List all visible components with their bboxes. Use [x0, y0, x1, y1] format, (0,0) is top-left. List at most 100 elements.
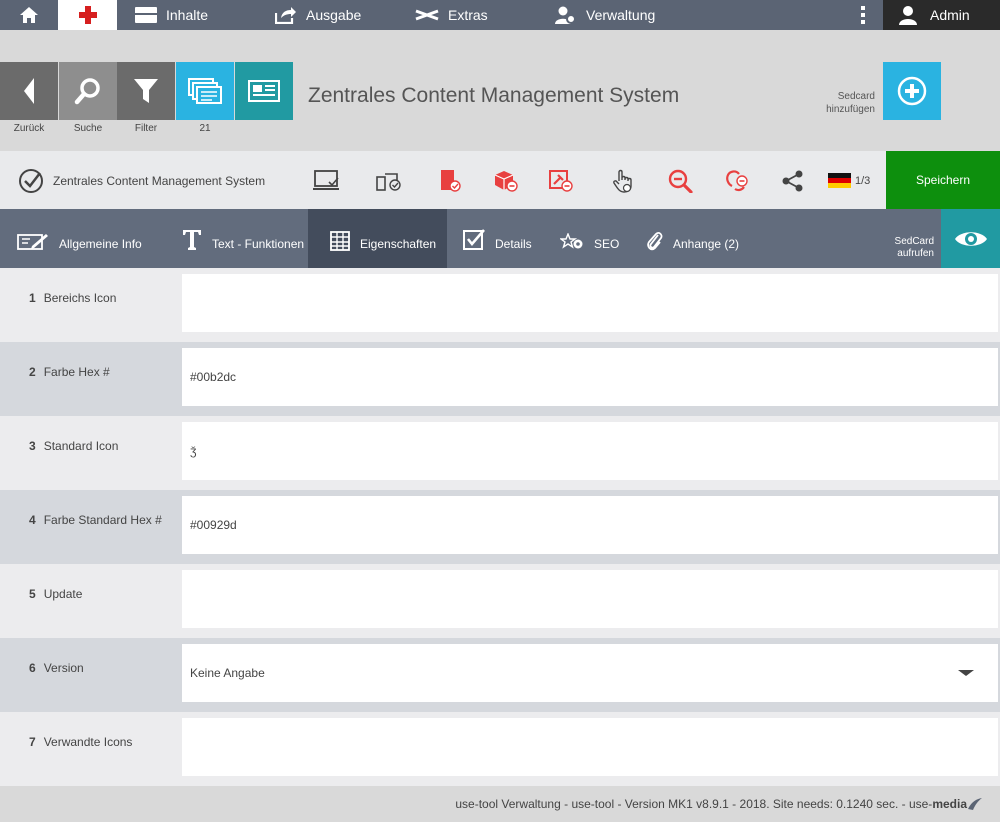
brand-swoosh-icon	[968, 797, 982, 810]
tab-details[interactable]: Details	[447, 209, 547, 268]
standard-icon-input[interactable]: ǯ	[182, 422, 998, 480]
add-sedcard-button[interactable]	[883, 62, 941, 120]
checkbox-icon	[463, 229, 485, 250]
eye-icon	[954, 231, 987, 246]
medical-cross-icon	[78, 6, 97, 24]
sedcard-line1: SedCard	[894, 236, 934, 247]
form-row: 4 Farbe Standard Hex # #00929d	[0, 490, 1000, 564]
cards-button[interactable]	[176, 62, 234, 120]
devices-check-icon	[376, 173, 401, 191]
add-label-line2: hinzufügen	[826, 104, 875, 115]
search-label: Suche	[73, 123, 103, 134]
unlink-icon	[726, 170, 748, 192]
nav-extras[interactable]: Extras	[415, 0, 488, 30]
nav-label: Inhalte	[166, 7, 209, 23]
document-indicator: Zentrales Content Management System	[18, 168, 265, 194]
share-icon	[275, 7, 296, 24]
id-card-icon	[248, 80, 280, 102]
tab-eigenschaften[interactable]: Eigenschaften	[308, 209, 447, 268]
sedcard-line2: aufrufen	[897, 248, 934, 259]
search-button[interactable]	[59, 62, 117, 120]
top-nav: Inhalte Ausgabe Extras Verwaltung Admin	[0, 0, 1000, 30]
chevron-left-icon	[24, 78, 34, 104]
preview-desktop-button[interactable]	[313, 169, 341, 193]
field-label: 2 Farbe Hex #	[29, 342, 110, 402]
filter-button[interactable]	[117, 62, 175, 120]
field-number: 2	[29, 365, 36, 379]
form-row: 2 Farbe Hex # #00b2dc	[0, 342, 1000, 416]
pin-remove-icon	[549, 170, 573, 192]
field-label-text: Version	[43, 661, 84, 675]
table-icon	[330, 231, 350, 251]
unlink-button[interactable]	[724, 169, 752, 193]
share-icon	[782, 170, 803, 192]
field-number: 7	[29, 735, 36, 749]
footer-text: use-tool Verwaltung - use-tool - Version…	[455, 796, 933, 811]
field-label-text: Farbe Hex #	[43, 365, 110, 379]
nav-label: Ausgabe	[306, 7, 362, 23]
sedcard-open-label: SedCard aufrufen	[870, 236, 934, 260]
tab-anhange[interactable]: Anhange (2)	[632, 209, 772, 268]
tab-text-funktionen[interactable]: Text - Funktionen	[150, 209, 308, 268]
add-sedcard-label: Sedcard hinzufügen	[800, 90, 875, 116]
filter-icon	[134, 79, 158, 103]
home-button[interactable]	[0, 0, 58, 30]
admin-label: Admin	[930, 7, 970, 23]
version-select[interactable]: Keine Angabe	[182, 644, 998, 702]
language-count: 1/3	[855, 174, 871, 187]
sedcard-open-button[interactable]	[941, 209, 1000, 268]
document-label: Zentrales Content Management System	[53, 174, 266, 188]
share-button[interactable]	[779, 169, 807, 193]
language-selector[interactable]: 1/3	[828, 173, 870, 188]
field-number: 1	[29, 291, 36, 305]
back-button[interactable]	[0, 62, 58, 120]
update-input[interactable]	[182, 570, 998, 628]
hand-pointer-button[interactable]	[609, 169, 637, 193]
card-view-button[interactable]	[235, 62, 293, 120]
tab-allgemeine-info[interactable]: Allgemeine Info	[0, 209, 150, 268]
field-label: 6 Version	[29, 638, 84, 698]
form-row: 1 Bereichs Icon	[0, 268, 1000, 342]
farbe-hex-input[interactable]: #00b2dc	[182, 348, 998, 406]
bereichs-icon-input[interactable]	[182, 274, 998, 332]
nav-verwaltung[interactable]: Verwaltung	[555, 0, 655, 30]
field-label: 1 Bereichs Icon	[29, 268, 116, 328]
admin-menu[interactable]: Admin	[883, 0, 1000, 30]
field-number: 5	[29, 587, 36, 601]
hand-pointer-icon	[613, 169, 632, 193]
cards-count: 21	[199, 123, 211, 134]
field-label: 3 Standard Icon	[29, 416, 118, 476]
form-row: 6 Version Keine Angabe	[0, 638, 1000, 712]
search-icon	[74, 78, 100, 105]
pin-remove-button[interactable]	[547, 169, 575, 193]
zoom-out-button[interactable]	[667, 169, 695, 193]
edit-card-icon	[17, 234, 48, 250]
field-label: 7 Verwandte Icons	[29, 712, 132, 772]
page-title: Zentrales Content Management System	[308, 84, 680, 107]
field-label-text: Update	[43, 587, 83, 601]
card-icon	[135, 7, 157, 23]
nav-label: Verwaltung	[586, 7, 656, 23]
paperclip-icon	[647, 232, 663, 251]
more-menu-button[interactable]	[855, 0, 871, 30]
preview-devices-button[interactable]	[375, 169, 403, 193]
box-remove-button[interactable]	[492, 169, 520, 193]
field-number: 3	[29, 439, 36, 453]
tablet-check-icon	[441, 170, 461, 192]
tablet-status-button[interactable]	[436, 169, 464, 193]
tab-seo[interactable]: SEO	[547, 209, 632, 268]
tab-label: Anhange (2)	[673, 237, 740, 251]
medical-cross-button[interactable]	[58, 0, 117, 30]
check-circle-icon	[19, 169, 43, 193]
form-row: 5 Update	[0, 564, 1000, 638]
field-label: 5 Update	[29, 564, 82, 624]
farbe-standard-hex-input[interactable]: #00929d	[182, 496, 998, 554]
add-label-line1: Sedcard	[837, 91, 875, 102]
verwandte-icons-input[interactable]	[182, 718, 998, 776]
save-button[interactable]: Speichern	[886, 151, 1000, 209]
nav-inhalte[interactable]: Inhalte	[135, 0, 208, 30]
box-remove-icon	[494, 171, 518, 192]
nav-ausgabe[interactable]: Ausgabe	[275, 0, 361, 30]
nav-label: Extras	[448, 7, 488, 23]
tab-label: Allgemeine Info	[59, 237, 142, 251]
